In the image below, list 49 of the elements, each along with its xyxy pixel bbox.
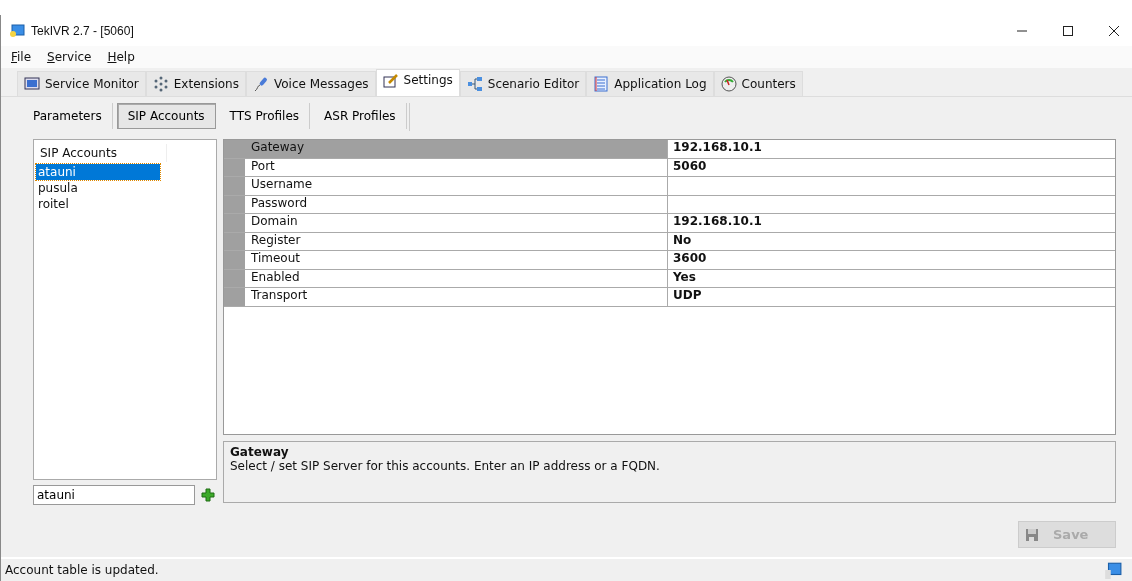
row-header[interactable] (224, 288, 245, 306)
tab[interactable]: TTS Profiles (219, 103, 311, 129)
column-header: SIP Accounts (36, 144, 167, 162)
tab[interactable]: ASR Profiles (314, 103, 407, 129)
tab[interactable]: Parameters (23, 103, 113, 129)
tab[interactable]: Voice Messages (245, 71, 376, 96)
row-header[interactable] (224, 140, 245, 158)
edit-icon (382, 73, 399, 89)
name-field[interactable]: atauni (33, 485, 195, 505)
menu-item[interactable]: File (3, 50, 40, 64)
tab[interactable]: Counters (713, 71, 803, 96)
property-value[interactable]: Yes (673, 269, 696, 284)
plus-icon[interactable] (201, 488, 215, 502)
property-value[interactable]: No (673, 232, 692, 247)
property-name[interactable]: Gateway (245, 140, 668, 158)
tab[interactable]: Settings (375, 69, 460, 96)
list-item[interactable]: atauni (36, 164, 160, 180)
row-header[interactable] (224, 214, 245, 232)
gauge-icon (720, 76, 737, 92)
description-text: Select / set SIP Server for this accounts. Enter an IP address or a FQDN. (230, 459, 660, 473)
list-item[interactable]: pusula (36, 180, 160, 196)
description-title: Gateway (230, 445, 289, 459)
row-header[interactable] (224, 177, 245, 195)
app-icon (9, 22, 25, 39)
maximize-icon[interactable] (1062, 24, 1074, 37)
tab[interactable]: Application Log (586, 71, 714, 96)
row-header[interactable] (224, 251, 245, 269)
property-value[interactable]: 192.168.10.1 (673, 140, 762, 154)
property-value[interactable]: 192.168.10.1 (673, 214, 762, 228)
status-text: Account table is updated. (5, 563, 159, 577)
floppy-icon (1025, 527, 1039, 542)
menu-item[interactable]: Service (39, 50, 100, 64)
flowchart-icon (466, 76, 483, 92)
tab[interactable]: Service Monitor (17, 71, 146, 96)
dots-icon (152, 76, 169, 92)
property-value[interactable]: UDP (673, 288, 702, 302)
monitor-icon (1104, 561, 1122, 579)
property-value[interactable]: 3600 (673, 251, 707, 265)
list-item[interactable]: roitel (36, 196, 160, 212)
notebook-icon (593, 76, 610, 92)
close-icon[interactable] (1108, 24, 1120, 37)
menu-item[interactable]: Help (99, 50, 143, 64)
property-value[interactable]: 5060 (673, 158, 707, 173)
tab[interactable]: SIP Accounts (116, 103, 216, 129)
window-title: TekIVR 2.7 - [5060] (31, 23, 134, 38)
monitor-icon (24, 76, 40, 92)
tab[interactable]: Extensions (145, 71, 246, 96)
microphone-icon (252, 76, 269, 92)
tab[interactable]: Scenario Editor (459, 71, 587, 96)
